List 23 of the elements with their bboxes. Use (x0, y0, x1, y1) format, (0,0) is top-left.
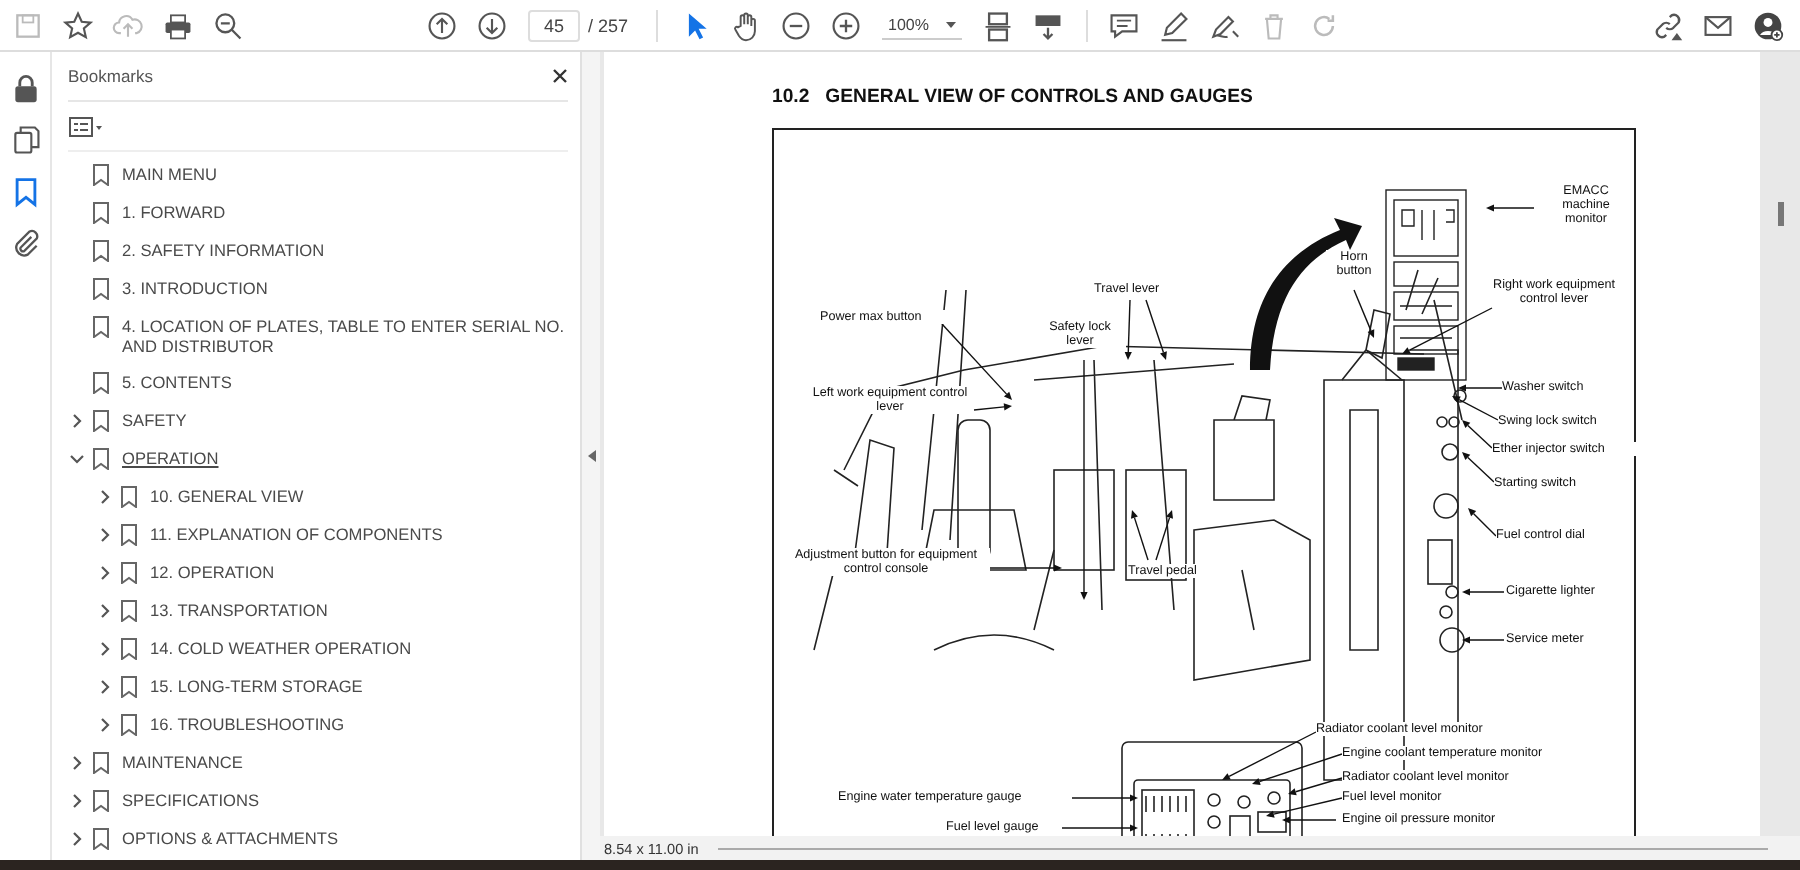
bookmark-item[interactable]: MAIN MENU (122, 164, 217, 184)
bookmark-item[interactable]: SPECIFICATIONS (122, 790, 260, 810)
section-heading: 10.2 GENERAL VIEW OF CONTROLS AND GAUGES (772, 86, 1255, 108)
bookmark-item[interactable]: OPERATION (122, 448, 219, 468)
bookmark-item[interactable]: 15. LONG-TERM STORAGE (150, 676, 363, 696)
bookmark-item[interactable]: 12. OPERATION (150, 562, 275, 582)
bookmark-item[interactable]: 10. GENERAL VIEW (150, 486, 304, 506)
bookmark-item[interactable]: 2. SAFETY INFORMATION (122, 240, 325, 260)
bookmark-item[interactable]: 14. COLD WEATHER OPERATION (150, 638, 412, 658)
page-number-field[interactable]: 45 (528, 9, 580, 41)
page-count: / 257 (588, 15, 629, 35)
bookmark-item[interactable]: SAFETY (122, 410, 187, 430)
zoom-dropdown[interactable]: 100% (882, 10, 961, 40)
bookmark-item[interactable]: 3. INTRODUCTION (122, 278, 268, 298)
bookmark-item[interactable]: 4. LOCATION OF PLATES, TABLE TO ENTER SERIAL NO. AND DISTRIBUTOR (122, 316, 568, 356)
panel-title: Bookmarks (68, 66, 154, 86)
bookmark-item[interactable]: MAINTENANCE (122, 752, 243, 772)
bookmark-item[interactable]: 13. TRANSPORTATION (150, 600, 328, 620)
bookmark-item[interactable]: 5. CONTENTS (122, 372, 232, 392)
bookmark-item[interactable]: OPTIONS & ATTACHMENTS (122, 828, 339, 848)
bookmark-item[interactable]: 16. TROUBLESHOOTING (150, 714, 345, 734)
bookmark-item[interactable]: 1. FORWARD (122, 202, 226, 222)
bookmark-item[interactable]: 11. EXPLANATION OF COMPONENTS (150, 524, 443, 544)
